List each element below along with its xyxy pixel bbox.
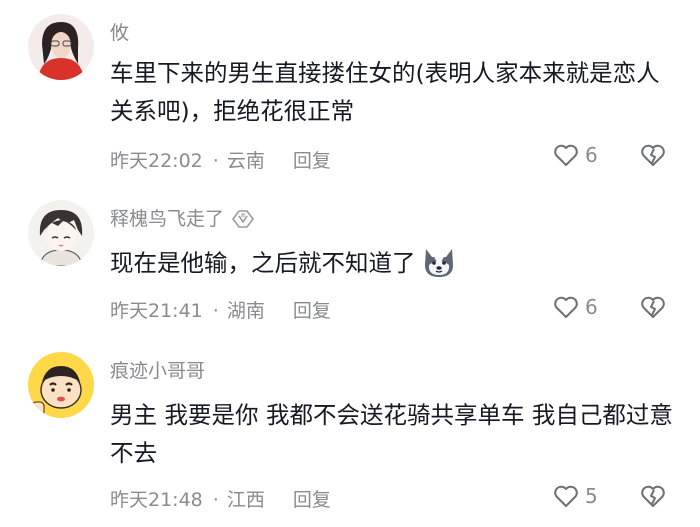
reply-button[interactable]: 回复 [293, 296, 331, 323]
broken-heart-icon [641, 485, 665, 507]
comment-text-row: 现在是他输，之后就不知道了 [110, 244, 680, 290]
heart-outline-icon [554, 296, 578, 318]
comment-text: 现在是他输，之后就不知道了 [110, 249, 416, 277]
heart-outline-icon [554, 485, 578, 507]
comment-meta: 昨天21:41 · 湖南 回复 [110, 296, 331, 323]
comment-item: 攸 车里下来的男生直接搂住女的(表明人家本来就是恋人关系吧)，拒绝花很正常 昨天… [0, 0, 700, 180]
comment-time: 昨天21:41 [110, 300, 203, 322]
dislike-button[interactable] [640, 295, 666, 323]
comment-time: 昨天21:48 [110, 489, 203, 511]
like-count: 5 [585, 484, 598, 508]
heart-outline-icon [554, 144, 578, 166]
dislike-button[interactable] [640, 484, 666, 512]
username[interactable]: 痕迹小哥哥 [110, 356, 205, 383]
comment-item: 释槐鸟飞走了 现在是他输，之后就不知道了 昨天21:41 · 湖南 回复 6 [0, 180, 700, 340]
comment-time: 昨天22:02 [110, 150, 203, 172]
avatar[interactable] [28, 200, 94, 266]
like-button[interactable]: 6 [553, 295, 598, 319]
comment-meta: 昨天22:02 · 云南 回复 [110, 146, 331, 173]
separator-dot: · [212, 489, 219, 511]
comment-location: 云南 [226, 150, 265, 172]
separator-dot: · [212, 150, 219, 172]
reply-button[interactable]: 回复 [293, 485, 331, 512]
separator-dot: · [212, 300, 219, 322]
broken-heart-icon [641, 296, 665, 318]
username[interactable]: 攸 [110, 18, 129, 45]
comment-location: 江西 [226, 489, 265, 511]
husky-dog-emoji [420, 245, 458, 290]
dislike-button[interactable] [640, 143, 666, 171]
avatar[interactable] [28, 352, 94, 418]
like-button[interactable]: 5 [553, 484, 598, 508]
username[interactable]: 释槐鸟飞走了 [110, 208, 224, 230]
avatar[interactable] [28, 14, 94, 80]
like-count: 6 [585, 143, 598, 167]
fan-badge-icon [230, 208, 256, 235]
reply-button[interactable]: 回复 [293, 146, 331, 173]
comment-item: 痕迹小哥哥 男主 我要是你 我都不会送花骑共享单车 我自己都过意不去 昨天21:… [0, 340, 700, 527]
comment-text: 男主 我要是你 我都不会送花骑共享单车 我自己都过意不去 [110, 401, 673, 467]
comment-meta: 昨天21:48 · 江西 回复 [110, 485, 331, 512]
comment-location: 湖南 [226, 300, 265, 322]
comment-text: 车里下来的男生直接搂住女的(表明人家本来就是恋人关系吧)，拒绝花很正常 [110, 59, 660, 125]
like-button[interactable]: 6 [553, 143, 598, 167]
like-count: 6 [585, 295, 598, 319]
broken-heart-icon [641, 144, 665, 166]
username-row: 释槐鸟飞走了 [110, 204, 256, 235]
